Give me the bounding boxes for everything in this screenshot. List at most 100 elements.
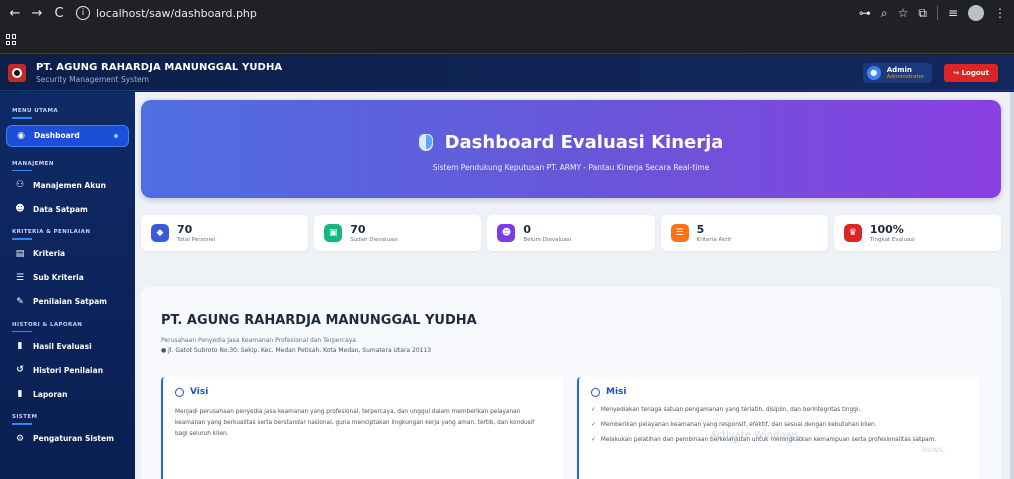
system-subtitle: Security Management System	[36, 74, 149, 84]
sidebar-item-label: Pengaturan Sistem	[33, 434, 114, 443]
sidebar-item-label: Data Satpam	[33, 204, 88, 214]
user-badge[interactable]: ● Admin Administrator	[862, 62, 933, 83]
key-icon[interactable]: ⊶	[859, 6, 871, 20]
stat-label: Kriteria Aktif	[696, 237, 732, 243]
logout-button[interactable]: ↪ Logout	[944, 63, 998, 82]
sidebar-item-manajemen-akun[interactable]: ⚇ Manajemen Akun	[0, 173, 135, 197]
sidebar-item-label: Dashboard	[34, 131, 80, 140]
reload-icon[interactable]: C	[48, 6, 70, 21]
sidebar-item-label: Histori Penilaian	[33, 365, 104, 375]
brand: PT. AGUNG RAHARDJA MANUNGGAL YUDHA Secur…	[36, 62, 282, 84]
stat-label: Tingkat Evaluasi	[869, 237, 915, 243]
users-cog-icon: ⚇	[15, 180, 25, 190]
stat-card: ☻ 0 Belum Dievaluasi	[487, 215, 655, 251]
zoom-icon[interactable]: ⌕	[881, 6, 888, 21]
sidebar-item-pengaturan-sistem[interactable]: ⚙ Pengaturan Sistem	[0, 427, 135, 451]
toolbar-divider	[936, 6, 938, 20]
stat-value: 100%	[869, 223, 904, 236]
check-icon: ✓	[591, 407, 596, 413]
user-group-icon: ☻	[15, 204, 25, 214]
extensions-icon[interactable]: ⧉	[918, 6, 927, 21]
sidebar-item-label: Penilaian Satpam	[33, 297, 108, 306]
target-icon	[591, 387, 600, 397]
user-icon: ●	[866, 65, 881, 80]
gear-icon: ⚙	[15, 433, 25, 444]
misi-text: Menyediakan tenaga satuan pengamanan yan…	[600, 407, 861, 413]
user-clock-icon: ☻	[497, 224, 516, 242]
sidebar-item-label: Sub Kriteria	[33, 273, 84, 282]
bookmarks-bar	[0, 26, 1014, 54]
stat-label: Total Personel	[177, 237, 215, 243]
eye-icon	[175, 387, 184, 397]
check-icon: ✓	[591, 437, 596, 443]
list-item: ✓ Menyediakan tenaga satuan pengamanan ya…	[591, 405, 963, 415]
sidebar-section-title: SISTEM	[12, 414, 38, 420]
history-icon: ↺	[16, 365, 24, 375]
gauge-icon: ◉	[17, 130, 25, 141]
sidebar-item-dashboard[interactable]: ◉ Dashboard	[6, 124, 129, 147]
stat-card: ♛ 100% Tingkat Evaluasi	[833, 215, 1002, 251]
forward-icon[interactable]: →	[26, 6, 48, 21]
address-bar[interactable]: i localhost/saw/dashboard.php	[76, 2, 859, 24]
back-icon[interactable]: ←	[4, 6, 26, 21]
shield-icon: ◆	[151, 224, 169, 242]
list-item: ✓ Memberikan pelayanan keamanan yang resp…	[591, 420, 963, 430]
user-role: Administrator	[886, 73, 925, 80]
sidebar-item-label: Laporan	[33, 389, 68, 399]
site-info-icon[interactable]: i	[76, 6, 90, 20]
sidebar-item-laporan[interactable]: ▮ Laporan	[0, 382, 135, 406]
stat-card: ▣ 70 Sudah Dievaluasi	[314, 215, 482, 251]
sidebar-item-sub-kriteria[interactable]: ☰ Sub Kriteria	[0, 266, 135, 290]
edit-icon: ✎	[16, 296, 24, 307]
misi-card: Misi ✓ Menyediakan tenaga satuan pengaman…	[577, 377, 979, 479]
windows-watermark: Activate Windows	[710, 430, 799, 441]
sidebar-item-hasil-evaluasi[interactable]: ▮ Hasil Evaluasi	[0, 334, 135, 358]
stat-value: 70	[177, 223, 193, 236]
sidebar-item-histori-penilaian[interactable]: ↺ Histori Penilaian	[0, 358, 135, 382]
check-icon: ✓	[591, 422, 596, 428]
list-check-icon: ☰	[670, 224, 689, 242]
sidebar-section-title: HISTORI & LAPORAN	[12, 321, 83, 328]
hero-banner: Dashboard Evaluasi Kinerja Sistem Penduk…	[141, 100, 1001, 198]
stat-value: 5	[696, 223, 705, 236]
main-content: Dashboard Evaluasi Kinerja Sistem Penduk…	[135, 92, 1014, 479]
logout-icon: ↪	[953, 68, 962, 77]
sidebar: MENU UTAMA ◉ Dashboard MANAJEMEN ⚇ Manaj…	[0, 92, 135, 479]
misi-title: Misi	[606, 387, 627, 397]
list-icon: ☰	[15, 272, 25, 283]
url-text[interactable]: localhost/saw/dashboard.php	[96, 7, 257, 20]
page-title: Dashboard Evaluasi Kinerja	[444, 132, 724, 153]
user-name: Admin	[886, 65, 912, 74]
sidebar-item-label: Kriteria	[33, 249, 66, 258]
company-title: PT. AGUNG RAHARDJA MANUNGGAL YUDHA	[36, 61, 283, 73]
company-tagline: Perusahaan Penyedia Jasa Keamanan Profes…	[161, 337, 356, 344]
stats-row: ◆ 70 Total Personel ▣ 70 Sudah Dievaluasi …	[141, 215, 1002, 251]
app-header: PT. AGUNG RAHARDJA MANUNGGAL YUDHA Secur…	[0, 55, 1014, 91]
stat-value: 0	[523, 223, 532, 236]
apps-grid-icon[interactable]	[6, 34, 17, 45]
page-subtitle: Sistem Pendukung Keputusan PT. ARMY - Pa…	[432, 163, 710, 172]
stat-value: 70	[350, 223, 366, 236]
trophy-icon: ♛	[843, 224, 862, 242]
page-scrollbar[interactable]	[1010, 92, 1014, 479]
active-indicator	[114, 133, 118, 138]
visi-title: Visi	[190, 387, 209, 397]
stat-card: ◆ 70 Total Personel	[141, 215, 309, 251]
bookmark-star-icon[interactable]: ☆	[898, 6, 909, 20]
company-address: ● Jl. Gatot Subroto No.30, Sekip, Kec. M…	[161, 347, 431, 354]
misi-text: Memberikan pelayanan keamanan yang respo…	[600, 422, 877, 428]
sidebar-item-kriteria[interactable]: ▤ Kriteria	[0, 242, 135, 266]
profile-avatar-icon[interactable]	[968, 5, 984, 21]
windows-watermark-2: dows.	[922, 445, 946, 454]
more-menu-icon[interactable]: ⋮	[994, 6, 1006, 20]
sidebar-item-penilaian-satpam[interactable]: ✎ Penilaian Satpam	[0, 290, 135, 314]
shield-icon	[418, 134, 433, 151]
company-profile: PT. AGUNG RAHARDJA MANUNGGAL YUDHA Perus…	[141, 287, 1001, 479]
company-name: PT. AGUNG RAHARDJA MANUNGGAL YUDHA	[161, 313, 477, 328]
visi-text: Menjadi perusahaan penyedia jasa keamana…	[175, 409, 535, 437]
sidebar-item-label: Hasil Evaluasi	[33, 341, 92, 351]
reading-list-icon[interactable]: ≡	[948, 6, 958, 20]
sidebar-section-title: KRITERIA & PENILAIAN	[12, 229, 91, 235]
visi-card: Visi Menjadi perusahaan penyedia jasa ke…	[161, 377, 563, 479]
sidebar-item-data-satpam[interactable]: ☻ Data Satpam	[0, 197, 135, 221]
